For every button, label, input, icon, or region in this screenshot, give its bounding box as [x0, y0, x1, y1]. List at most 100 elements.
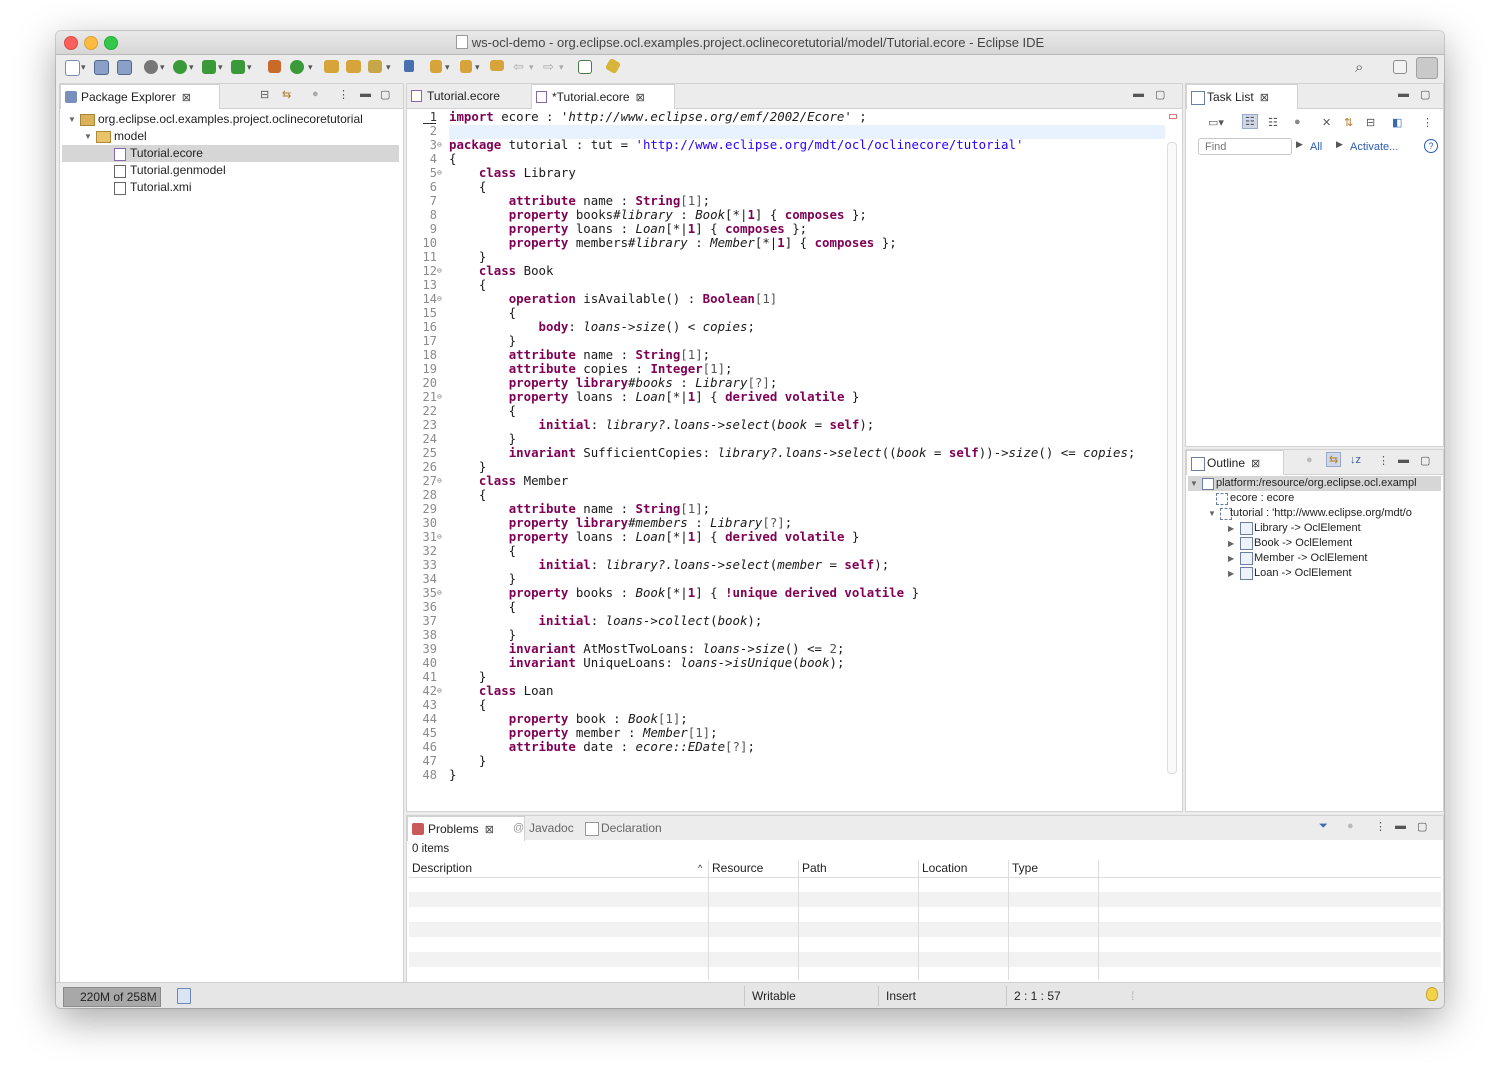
code-line[interactable]: } — [449, 432, 516, 446]
code-line[interactable]: { — [449, 278, 486, 292]
forward-icon[interactable]: ⇨ — [543, 59, 554, 75]
collapsed-arrow-icon[interactable]: ▶ — [1228, 566, 1234, 581]
code-line[interactable]: { — [449, 488, 486, 502]
external-tools-dropdown-icon[interactable]: ▾ — [247, 62, 252, 73]
code-line[interactable]: initial: loans->collect(book); — [449, 614, 763, 628]
close-tab-icon[interactable]: ⊠ — [485, 824, 494, 836]
code-line[interactable]: } — [449, 768, 456, 782]
debug-icon[interactable] — [144, 60, 158, 74]
previous-annotation-dropdown-icon[interactable]: ▾ — [475, 62, 480, 73]
forward-dropdown-icon[interactable]: ▾ — [559, 62, 564, 73]
code-line[interactable]: { — [449, 544, 516, 558]
focus-icon[interactable]: ● — [1306, 454, 1313, 466]
expanded-arrow-icon[interactable]: ▼ — [68, 111, 76, 128]
maximize-icon[interactable]: ▢ — [380, 88, 390, 101]
link-with-editor-icon[interactable]: ⇆ — [282, 88, 291, 101]
code-line[interactable]: property library#books : Library[?]; — [449, 376, 778, 390]
search-tool-icon[interactable] — [368, 60, 382, 73]
column-header-resource[interactable]: Resource — [712, 860, 763, 876]
code-line[interactable]: } — [449, 460, 486, 474]
pin-icon[interactable] — [604, 57, 622, 75]
run-icon[interactable] — [173, 60, 187, 74]
fold-toggle-icon[interactable]: ⊖ — [437, 138, 442, 152]
view-menu-icon[interactable]: ⋮ — [1422, 116, 1433, 129]
debug-dropdown-icon[interactable]: ▾ — [160, 62, 165, 73]
column-header-path[interactable]: Path — [802, 860, 827, 876]
fold-toggle-icon[interactable]: ⊖ — [437, 264, 442, 278]
code-line[interactable]: class Library — [449, 166, 576, 180]
code-line[interactable]: property member : Member[1]; — [449, 726, 718, 740]
minimize-icon[interactable]: ▬ — [1398, 88, 1409, 100]
open-task-icon[interactable] — [578, 60, 592, 74]
collapse-all-icon[interactable]: ⊟ — [260, 88, 269, 101]
open-perspective-icon[interactable] — [1393, 60, 1407, 74]
minimize-icon[interactable]: ▬ — [1398, 454, 1409, 466]
filter-arrow-icon[interactable]: ▶ — [1296, 139, 1303, 150]
code-line[interactable]: property books#library : Book[*|1] { com… — [449, 208, 867, 222]
new-task-icon[interactable]: ▭▾ — [1208, 116, 1224, 129]
code-line[interactable]: class Book — [449, 264, 554, 278]
maximize-icon[interactable]: ▢ — [1155, 88, 1165, 101]
code-line[interactable]: { — [449, 698, 486, 712]
collapsed-arrow-icon[interactable]: ▶ — [1228, 551, 1234, 566]
save-all-icon[interactable] — [117, 60, 132, 75]
toggle-mark-icon[interactable] — [404, 60, 414, 72]
code-line[interactable]: { — [449, 152, 456, 166]
activate-arrow-icon[interactable]: ▶ — [1336, 139, 1343, 150]
tab-package-explorer[interactable]: Package Explorer ⊠ — [60, 84, 220, 109]
lightbulb-icon[interactable] — [1426, 987, 1438, 1001]
maximize-icon[interactable]: ▢ — [1420, 454, 1430, 467]
code-line[interactable]: attribute date : ecore::EDate[?]; — [449, 740, 755, 754]
back-icon[interactable]: ⇦ — [513, 59, 524, 75]
column-header-type[interactable]: Type — [1012, 860, 1038, 876]
heap-status[interactable]: 220M of 258M — [63, 987, 161, 1007]
sync-icon[interactable]: ⇅ — [1344, 116, 1353, 129]
close-tab-icon[interactable]: ⊠ — [1251, 458, 1260, 470]
tab-javadoc[interactable]: @ Javadoc — [509, 816, 574, 840]
scheduled-icon[interactable]: ☷ — [1268, 116, 1278, 129]
code-line[interactable]: property library#members : Library[?]; — [449, 516, 793, 530]
tree-item-file-selected[interactable]: Tutorial.ecore — [62, 145, 399, 162]
outline-item-resource[interactable]: ▼ platform:/resource/org.eclipse.ocl.exa… — [1188, 476, 1441, 491]
tab-problems[interactable]: Problems ⊠ — [407, 816, 525, 841]
column-header-description[interactable]: Description ^ — [412, 860, 712, 876]
minimize-icon[interactable]: ▬ — [360, 88, 371, 100]
open-resource-icon[interactable] — [346, 60, 361, 73]
code-line[interactable]: } — [449, 754, 486, 768]
fold-toggle-icon[interactable]: ⊖ — [437, 390, 442, 404]
code-line[interactable]: attribute copies : Integer[1]; — [449, 362, 733, 376]
code-line[interactable]: class Member — [449, 474, 569, 488]
focus-icon[interactable]: ● — [1347, 820, 1354, 832]
next-annotation-icon[interactable] — [430, 60, 442, 73]
package-icon[interactable] — [268, 60, 281, 73]
link-with-editor-icon[interactable]: ⇆ — [1326, 452, 1342, 467]
run-dropdown-icon[interactable]: ▾ — [189, 62, 194, 73]
refresh-dropdown-icon[interactable]: ▾ — [308, 62, 313, 73]
search-tool-dropdown-icon[interactable]: ▾ — [386, 62, 391, 73]
save-icon[interactable] — [94, 60, 109, 75]
back-dropdown-icon[interactable]: ▾ — [529, 62, 534, 73]
close-tab-icon[interactable]: ⊠ — [1260, 92, 1269, 104]
tab-editor-tutorial-ecore[interactable]: Tutorial.ecore — [407, 84, 542, 108]
find-task-input[interactable] — [1198, 138, 1292, 155]
code-line[interactable]: class Loan — [449, 684, 554, 698]
expanded-arrow-icon[interactable]: ▼ — [1208, 506, 1216, 521]
code-line[interactable]: } — [449, 250, 486, 264]
help-icon[interactable]: ? — [1424, 139, 1438, 153]
code-line[interactable]: property loans : Loan[*|1] { derived vol… — [449, 530, 860, 544]
close-tab-icon[interactable]: ⊠ — [182, 92, 191, 104]
fold-toggle-icon[interactable]: ⊖ — [437, 586, 442, 600]
new-icon[interactable] — [65, 60, 80, 76]
column-header-location[interactable]: Location — [922, 860, 967, 876]
external-tools-icon[interactable] — [231, 60, 245, 74]
trash-icon[interactable] — [177, 988, 191, 1004]
editor-scrollbar[interactable] — [1167, 142, 1177, 774]
fold-toggle-icon[interactable]: ⊖ — [437, 474, 442, 488]
fold-toggle-icon[interactable]: ⊖ — [437, 530, 442, 544]
code-line[interactable]: property loans : Loan[*|1] { composes }; — [449, 222, 807, 236]
code-line[interactable]: body: loans->size() < copies; — [449, 320, 755, 334]
code-line[interactable]: operation isAvailable() : Boolean[1] — [449, 292, 778, 306]
view-menu-icon[interactable]: ⋮ — [1375, 820, 1386, 833]
java-perspective-icon[interactable] — [1416, 57, 1438, 79]
code-line[interactable]: package tutorial : tut = 'http://www.ecl… — [449, 138, 1023, 152]
